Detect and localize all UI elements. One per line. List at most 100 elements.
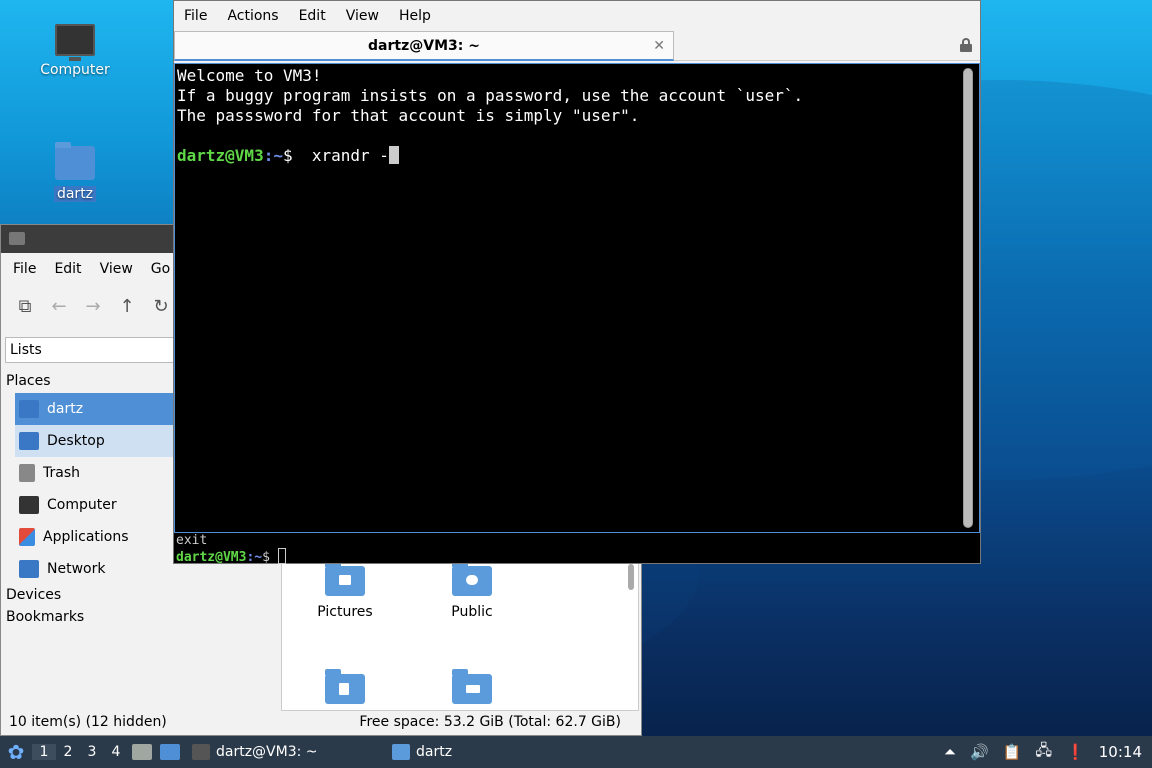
terminal-scrollbar[interactable] — [963, 68, 973, 528]
desktop-icon-dartz[interactable]: dartz — [30, 142, 120, 202]
menu-view[interactable]: View — [338, 8, 387, 24]
prompt-user: dartz@VM3 — [177, 146, 264, 165]
place-desktop[interactable]: Desktop — [15, 425, 177, 457]
network-icon[interactable]: 🖧 — [1035, 740, 1052, 765]
prompt-path: :~ — [246, 550, 263, 565]
network-icon — [19, 560, 39, 578]
prompt-symbol: $ — [262, 550, 278, 565]
output-line: Welcome to VM3! — [177, 66, 322, 85]
file-item-templates[interactable] — [290, 669, 400, 710]
place-applications[interactable]: Applications — [1, 521, 177, 553]
computer-icon — [55, 24, 95, 61]
desktop-icon — [19, 432, 39, 450]
task-terminal[interactable]: dartz@VM3: ~ — [184, 736, 384, 768]
command-input[interactable]: xrandr - — [293, 146, 389, 165]
folder-icon — [392, 744, 410, 760]
menu-edit[interactable]: Edit — [48, 261, 87, 277]
free-space: Free space: 53.2 GiB (Total: 62.7 GiB) — [359, 714, 621, 730]
menu-edit[interactable]: Edit — [291, 8, 334, 24]
text-cursor — [388, 146, 399, 164]
file-label: Pictures — [317, 604, 373, 620]
task-file-manager[interactable]: dartz — [384, 736, 460, 768]
task-label: dartz@VM3: ~ — [216, 744, 318, 760]
menu-file[interactable]: File — [7, 261, 42, 277]
place-label: Network — [47, 561, 106, 577]
update-notifier-icon[interactable]: ❗ — [1066, 743, 1085, 761]
home-icon — [19, 400, 39, 418]
terminal-split-pane[interactable]: exit dartz@VM3:~$ — [174, 533, 980, 565]
file-item-videos[interactable] — [417, 669, 527, 710]
close-tab-icon[interactable]: ✕ — [653, 32, 665, 60]
public-folder-icon — [452, 561, 492, 596]
menu-view[interactable]: View — [94, 261, 139, 277]
reload-icon[interactable]: ↻ — [151, 296, 171, 317]
desktop-icon-computer[interactable]: Computer — [30, 24, 120, 78]
file-item-public[interactable]: Public — [417, 561, 527, 620]
terminal-tabbar: dartz@VM3: ~ ✕ — [174, 31, 980, 61]
workspace-1[interactable]: 1 — [32, 744, 56, 760]
task-label: dartz — [416, 744, 453, 760]
volume-icon[interactable]: 🔊 — [970, 743, 989, 761]
show-desktop-icon[interactable] — [160, 744, 180, 760]
file-manager-launcher-icon[interactable] — [132, 744, 152, 760]
prompt-user: dartz@VM3 — [176, 550, 247, 565]
menu-file[interactable]: File — [176, 8, 215, 24]
bookmarks-header[interactable]: Bookmarks — [1, 607, 177, 629]
clock[interactable]: 10:14 — [1099, 743, 1142, 761]
place-dartz[interactable]: dartz — [15, 393, 177, 425]
terminal-screen[interactable]: Welcome to VM3! If a buggy program insis… — [174, 63, 980, 533]
menu-actions[interactable]: Actions — [219, 8, 286, 24]
status-bar: 10 item(s) (12 hidden) Free space: 53.2 … — [1, 709, 641, 735]
start-menu-icon[interactable]: ✿ — [0, 736, 32, 768]
up-icon[interactable]: ↑ — [117, 296, 137, 317]
places-header[interactable]: Places — [1, 371, 177, 393]
applications-icon — [19, 528, 35, 546]
place-label: Desktop — [47, 433, 105, 449]
clipboard-icon[interactable]: 📋 — [1003, 743, 1022, 761]
place-label: Applications — [43, 529, 129, 545]
file-view: Pictures Public — [281, 557, 639, 711]
new-window-icon[interactable]: ⧉ — [15, 296, 35, 317]
terminal-menubar: File Actions Edit View Help — [174, 1, 980, 31]
place-computer[interactable]: Computer — [1, 489, 177, 521]
tab-title: dartz@VM3: ~ — [368, 38, 480, 54]
tray-arrow-icon[interactable]: ⏶ — [944, 743, 956, 761]
text-cursor — [277, 548, 286, 564]
workspace-3[interactable]: 3 — [80, 744, 104, 760]
desktop-icon-label: Computer — [40, 62, 110, 78]
folder-icon — [9, 232, 25, 245]
home-folder-icon — [55, 142, 95, 180]
forward-icon[interactable]: → — [83, 296, 103, 317]
terminal-window: File Actions Edit View Help dartz@VM3: ~… — [173, 0, 981, 565]
file-label: Public — [451, 604, 493, 620]
prompt-symbol: $ — [282, 146, 293, 165]
output-line: If a buggy program insists on a password… — [177, 86, 804, 105]
file-view-scrollbar[interactable] — [628, 564, 634, 590]
workspace-2[interactable]: 2 — [56, 744, 80, 760]
desktop-icon-label: dartz — [53, 186, 97, 202]
system-tray: ⏶ 🔊 📋 🖧 ❗ 10:14 — [944, 740, 1152, 765]
output-line: The passsword for that account is simply… — [177, 106, 640, 125]
place-label: Trash — [43, 465, 80, 481]
back-icon[interactable]: ← — [49, 296, 69, 317]
taskbar: ✿ 1 2 3 4 dartz@VM3: ~ dartz ⏶ 🔊 📋 🖧 ❗ 1… — [0, 736, 1152, 768]
place-trash[interactable]: Trash — [1, 457, 177, 489]
terminal-tab[interactable]: dartz@VM3: ~ ✕ — [174, 31, 674, 61]
devices-header[interactable]: Devices — [1, 585, 177, 607]
file-item-pictures[interactable]: Pictures — [290, 561, 400, 620]
place-network[interactable]: Network — [1, 553, 177, 585]
computer-icon — [19, 496, 39, 514]
place-label: Computer — [47, 497, 117, 513]
place-label: dartz — [47, 401, 84, 417]
workspace-4[interactable]: 4 — [104, 744, 128, 760]
lock-icon[interactable] — [960, 38, 972, 52]
item-count: 10 item(s) (12 hidden) — [9, 714, 167, 730]
side-pane-mode-select[interactable]: Lists — [5, 337, 185, 363]
side-pane: Places dartz Desktop Trash Computer Appl… — [1, 371, 177, 629]
terminal-output: Welcome to VM3! If a buggy program insis… — [177, 66, 803, 166]
videos-folder-icon — [452, 669, 492, 704]
terminal-icon — [192, 744, 210, 760]
output-line: exit — [176, 533, 208, 548]
menu-go[interactable]: Go — [145, 261, 176, 277]
menu-help[interactable]: Help — [391, 8, 439, 24]
